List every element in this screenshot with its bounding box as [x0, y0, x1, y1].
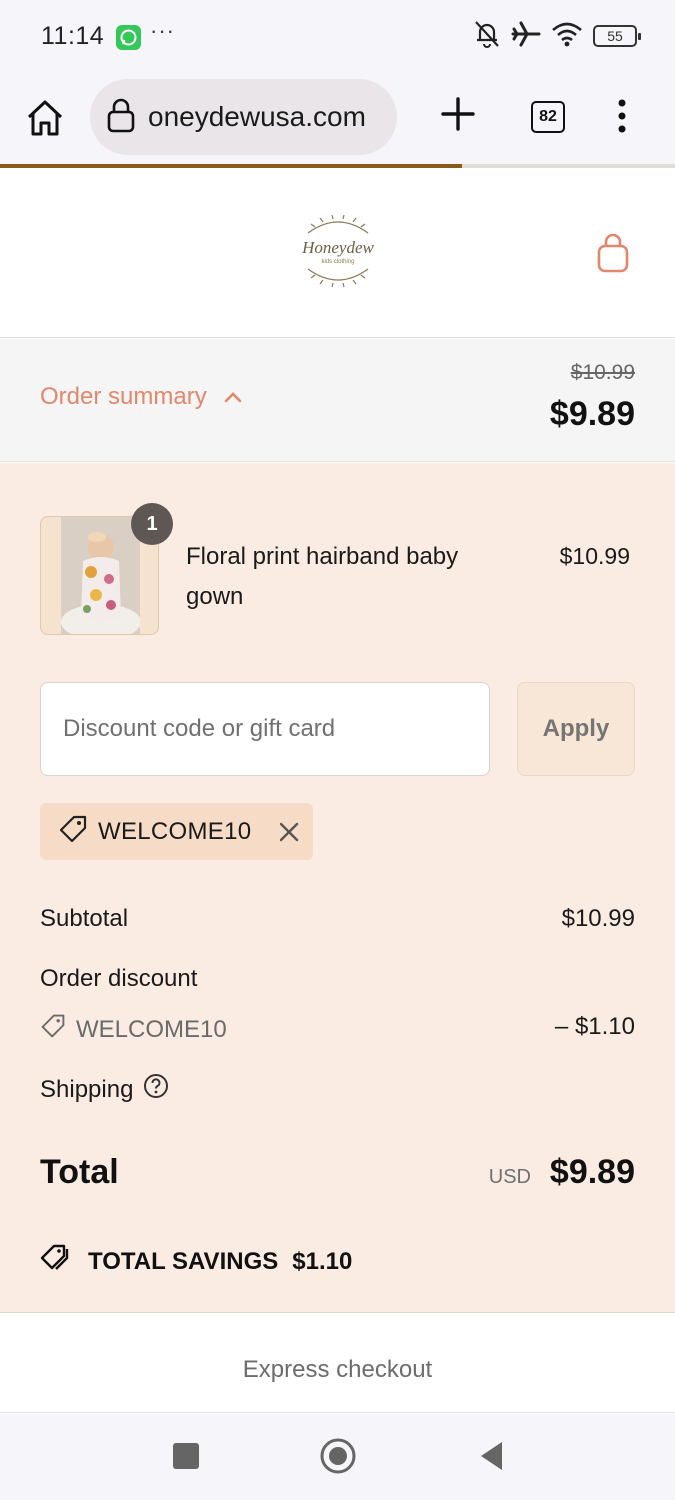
order-summary-bar[interactable]: Order summary $10.99 $9.89 — [0, 339, 675, 462]
lock-icon — [106, 97, 136, 138]
chevron-up-icon — [223, 383, 243, 411]
address-bar[interactable]: oneydewusa.com — [90, 79, 397, 155]
home-circle-icon[interactable] — [320, 1438, 356, 1474]
menu-icon[interactable] — [612, 98, 632, 134]
subtotal-value: $10.99 — [561, 905, 635, 932]
subtotal-label: Subtotal — [40, 905, 129, 932]
original-price: $10.99 — [570, 361, 635, 384]
shipping-line: Shipping — [40, 1073, 169, 1106]
applied-discount-chip: WELCOME10 — [40, 803, 313, 860]
recents-icon[interactable] — [173, 1443, 199, 1469]
discount-code-input[interactable] — [40, 682, 490, 776]
airplane-icon — [511, 20, 541, 53]
more-notifications-icon: ··· — [150, 18, 175, 43]
product-name: Floral print hairband baby gown — [186, 543, 459, 610]
order-summary-panel: 1 Floral print hairband baby gown $10.99… — [0, 463, 675, 1313]
savings-value: $1.10 — [292, 1247, 353, 1275]
express-checkout-label: Express checkout — [242, 1356, 433, 1383]
order-discount-label: Order discount — [40, 965, 198, 992]
new-tab-icon[interactable] — [438, 94, 478, 134]
savings-label: TOTAL SAVINGS — [88, 1247, 279, 1275]
battery-icon: 55 — [593, 25, 641, 47]
logo-text: Honeydew — [301, 238, 374, 257]
express-checkout-section: Express checkout — [0, 1313, 675, 1413]
remove-discount-icon[interactable] — [275, 818, 303, 846]
system-nav-bar — [0, 1414, 675, 1500]
whatsapp-icon — [116, 25, 141, 50]
applied-code: WELCOME10 — [98, 817, 252, 845]
status-icons: 55 — [473, 19, 641, 54]
home-icon[interactable] — [24, 98, 66, 138]
bell-off-icon — [473, 19, 501, 54]
shipping-label: Shipping — [40, 1075, 134, 1103]
back-icon[interactable] — [478, 1440, 504, 1472]
total-savings: TOTAL SAVINGS $1.10 — [40, 1243, 352, 1280]
site-header: Honeydew kids clothing — [0, 168, 675, 338]
discount-value: – $1.10 — [554, 1013, 635, 1040]
total-currency: USD — [488, 1166, 531, 1188]
product-photo — [61, 517, 141, 634]
honeydew-logo[interactable]: Honeydew kids clothing — [293, 213, 383, 289]
total-label: Total — [40, 1153, 119, 1191]
savings-tag-icon — [40, 1243, 74, 1280]
wifi-icon — [551, 21, 583, 52]
tab-switcher-button[interactable]: 82 — [531, 101, 565, 133]
tag-icon — [40, 1013, 66, 1046]
help-icon[interactable] — [143, 1073, 169, 1106]
discount-code-line: WELCOME10 — [40, 1013, 227, 1046]
tag-icon — [58, 814, 88, 849]
shopping-bag-icon[interactable] — [596, 233, 630, 274]
order-summary-label: Order summary — [40, 383, 207, 410]
total-value: $9.89 — [549, 1153, 635, 1191]
status-bar: 11:14 ··· 55 — [0, 0, 675, 70]
product-price: $10.99 — [559, 543, 630, 569]
logo-subtext: kids clothing — [321, 259, 354, 265]
status-time: 11:14 — [41, 22, 105, 50]
summary-price: $9.89 — [549, 395, 635, 433]
url-text: oneydewusa.com — [148, 101, 366, 132]
order-summary-toggle[interactable]: Order summary — [40, 383, 243, 411]
browser-toolbar: oneydewusa.com 82 — [0, 70, 675, 168]
quantity-badge: 1 — [131, 503, 173, 545]
discount-code-text: WELCOME10 — [76, 1015, 227, 1043]
apply-button[interactable]: Apply — [517, 682, 635, 776]
